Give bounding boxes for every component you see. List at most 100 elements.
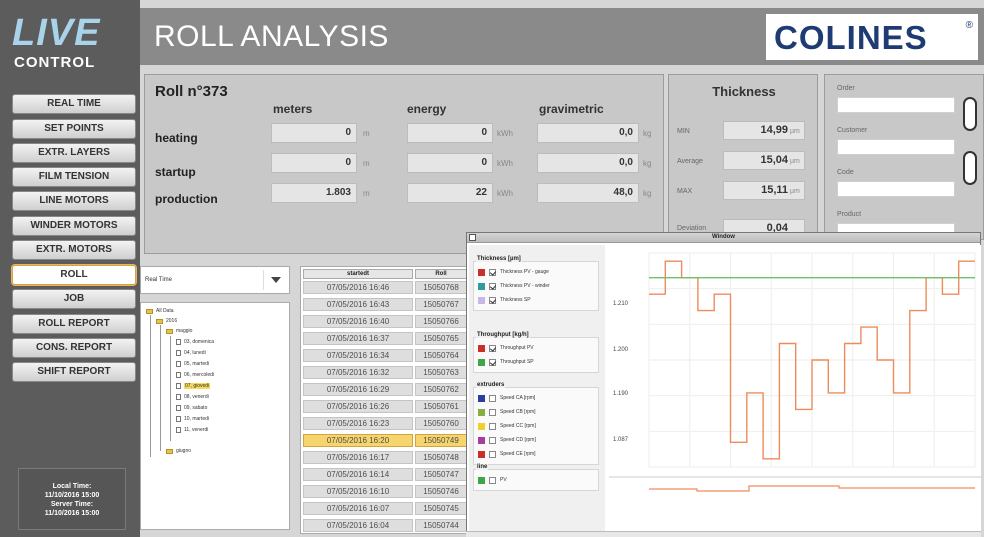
legend-swatch bbox=[478, 297, 485, 304]
tree-node-day[interactable]: 04, lunedi bbox=[184, 350, 206, 356]
thickness-min-unit: µm bbox=[790, 128, 800, 135]
table-row[interactable]: 07/05/2016 16:17 15050748 bbox=[303, 451, 467, 465]
table-row[interactable]: 07/05/2016 16:43 15050767 bbox=[303, 298, 467, 312]
row-roll-id: 15050762 bbox=[415, 383, 467, 396]
order-toggle-button[interactable] bbox=[963, 97, 977, 131]
table-row[interactable]: 07/05/2016 16:04 15050744 bbox=[303, 519, 467, 533]
legend-group: line PV bbox=[473, 464, 599, 491]
document-icon bbox=[176, 361, 181, 367]
nav-shift-report[interactable]: SHIFT REPORT bbox=[12, 362, 136, 382]
list-header-start[interactable]: startedt bbox=[303, 269, 413, 279]
table-row[interactable]: 07/05/2016 16:46 15050768 bbox=[303, 281, 467, 295]
legend-checkbox[interactable] bbox=[489, 283, 496, 290]
code-label: Code bbox=[837, 169, 854, 176]
row-start-date: 07/05/2016 16:37 bbox=[303, 332, 413, 345]
time-filter-select[interactable]: Real Time bbox=[140, 266, 290, 294]
legend-checkbox[interactable] bbox=[489, 395, 496, 402]
document-icon bbox=[176, 405, 181, 411]
nav-job[interactable]: JOB bbox=[12, 289, 136, 309]
table-row[interactable]: 07/05/2016 16:34 15050764 bbox=[303, 349, 467, 363]
folder-icon bbox=[146, 309, 153, 314]
legend-checkbox[interactable] bbox=[489, 423, 496, 430]
heating-meters-value: 0 bbox=[271, 123, 357, 143]
legend-checkbox[interactable] bbox=[489, 451, 496, 458]
table-row[interactable]: 07/05/2016 16:07 15050745 bbox=[303, 502, 467, 516]
legend-checkbox[interactable] bbox=[489, 297, 496, 304]
row-start-date: 07/05/2016 16:29 bbox=[303, 383, 413, 396]
tree-guide-line bbox=[170, 336, 171, 441]
tree-node-day[interactable]: 03, domenica bbox=[184, 339, 214, 345]
row-start-date: 07/05/2016 16:20 bbox=[303, 434, 413, 447]
nav-real-time[interactable]: REAL TIME bbox=[12, 94, 136, 114]
legend-label: Speed CC [rpm] bbox=[500, 423, 536, 429]
customer-field[interactable] bbox=[837, 139, 955, 155]
tree-node-day[interactable]: 06, mercoledi bbox=[184, 372, 214, 378]
tree-node-month[interactable]: giugno bbox=[176, 448, 191, 454]
horizontal-scrollbar[interactable] bbox=[466, 531, 981, 537]
dropdown-arrow-icon[interactable] bbox=[263, 270, 287, 290]
document-icon bbox=[176, 416, 181, 422]
legend-checkbox[interactable] bbox=[489, 359, 496, 366]
nav-film-tension[interactable]: FILM TENSION bbox=[12, 167, 136, 187]
legend-checkbox[interactable] bbox=[489, 269, 496, 276]
row-start-date: 07/05/2016 16:10 bbox=[303, 485, 413, 498]
table-row[interactable]: 07/05/2016 16:29 15050762 bbox=[303, 383, 467, 397]
legend-swatch bbox=[478, 423, 485, 430]
legend-checkbox[interactable] bbox=[489, 477, 496, 484]
heating-grav-unit: kg bbox=[643, 129, 652, 138]
logo-live-text: LIVE bbox=[12, 12, 101, 54]
folder-icon bbox=[166, 449, 173, 454]
tree-node-day[interactable]: 09, sabato bbox=[184, 405, 207, 411]
tree-node-root[interactable]: All Data bbox=[156, 308, 174, 314]
table-row[interactable]: 07/05/2016 16:40 15050766 bbox=[303, 315, 467, 329]
row-roll-id: 15050746 bbox=[415, 485, 467, 498]
row-roll-id: 15050763 bbox=[415, 366, 467, 379]
tree-node-day[interactable]: 08, venerdi bbox=[184, 394, 209, 400]
tree-node-year[interactable]: 2016 bbox=[166, 318, 177, 324]
legend-swatch bbox=[478, 345, 485, 352]
table-row[interactable]: 07/05/2016 16:14 15050747 bbox=[303, 468, 467, 482]
window-title-bar[interactable]: Window bbox=[467, 233, 980, 243]
startup-energy-unit: kWh bbox=[497, 159, 513, 168]
table-row[interactable]: 07/05/2016 16:37 15050765 bbox=[303, 332, 467, 346]
order-field[interactable] bbox=[837, 97, 955, 113]
legend-group-title: Thickness [µm] bbox=[476, 256, 522, 262]
table-row[interactable]: 07/05/2016 16:23 15050760 bbox=[303, 417, 467, 431]
customer-toggle-button[interactable] bbox=[963, 151, 977, 185]
nav-set-points[interactable]: SET POINTS bbox=[12, 119, 136, 139]
table-row[interactable]: 07/05/2016 16:10 15050746 bbox=[303, 485, 467, 499]
startup-energy-value: 0 bbox=[407, 153, 493, 173]
tree-node-day[interactable]: 11, venerdi bbox=[184, 427, 208, 433]
document-icon bbox=[176, 394, 181, 400]
row-start-date: 07/05/2016 16:07 bbox=[303, 502, 413, 515]
nav-extr-layers[interactable]: EXTR. LAYERS bbox=[12, 143, 136, 163]
row-roll-id: 15050748 bbox=[415, 451, 467, 464]
nav-winder-motors[interactable]: WINDER MOTORS bbox=[12, 216, 136, 236]
nav-line-motors[interactable]: LINE MOTORS bbox=[12, 191, 136, 211]
nav-roll[interactable]: ROLL bbox=[12, 265, 136, 285]
sidebar: LIVE CONTROL REAL TIME SET POINTS EXTR. … bbox=[0, 0, 140, 537]
nav-roll-report[interactable]: ROLL REPORT bbox=[12, 314, 136, 334]
list-header-roll[interactable]: Roll bbox=[415, 269, 467, 279]
tree-node-day[interactable]: 10, martedi bbox=[184, 416, 209, 422]
nav-cons-report[interactable]: CONS. REPORT bbox=[12, 338, 136, 358]
legend-checkbox[interactable] bbox=[489, 437, 496, 444]
chart-svg: 1.210 1.200 1.190 1.087 bbox=[609, 252, 981, 492]
row-start-date: 07/05/2016 16:17 bbox=[303, 451, 413, 464]
table-row[interactable]: 07/05/2016 16:26 15050761 bbox=[303, 400, 467, 414]
thickness-title: Thickness bbox=[712, 84, 776, 99]
row-start-date: 07/05/2016 16:40 bbox=[303, 315, 413, 328]
production-energy-value: 22 bbox=[407, 183, 493, 203]
table-row-selected[interactable]: 07/05/2016 16:20 15050749 bbox=[303, 434, 467, 448]
nav-extr-motors[interactable]: EXTR. MOTORS bbox=[12, 240, 136, 260]
document-icon bbox=[176, 339, 181, 345]
tree-node-day-selected[interactable]: 07, giovedi bbox=[184, 383, 211, 389]
table-row[interactable]: 07/05/2016 16:32 15050763 bbox=[303, 366, 467, 380]
legend-checkbox[interactable] bbox=[489, 409, 496, 416]
legend-checkbox[interactable] bbox=[489, 345, 496, 352]
document-icon bbox=[176, 383, 181, 389]
tree-node-month[interactable]: maggio bbox=[176, 328, 192, 334]
legend-swatch bbox=[478, 395, 485, 402]
tree-node-day[interactable]: 05, martedi bbox=[184, 361, 209, 367]
code-field[interactable] bbox=[837, 181, 955, 197]
